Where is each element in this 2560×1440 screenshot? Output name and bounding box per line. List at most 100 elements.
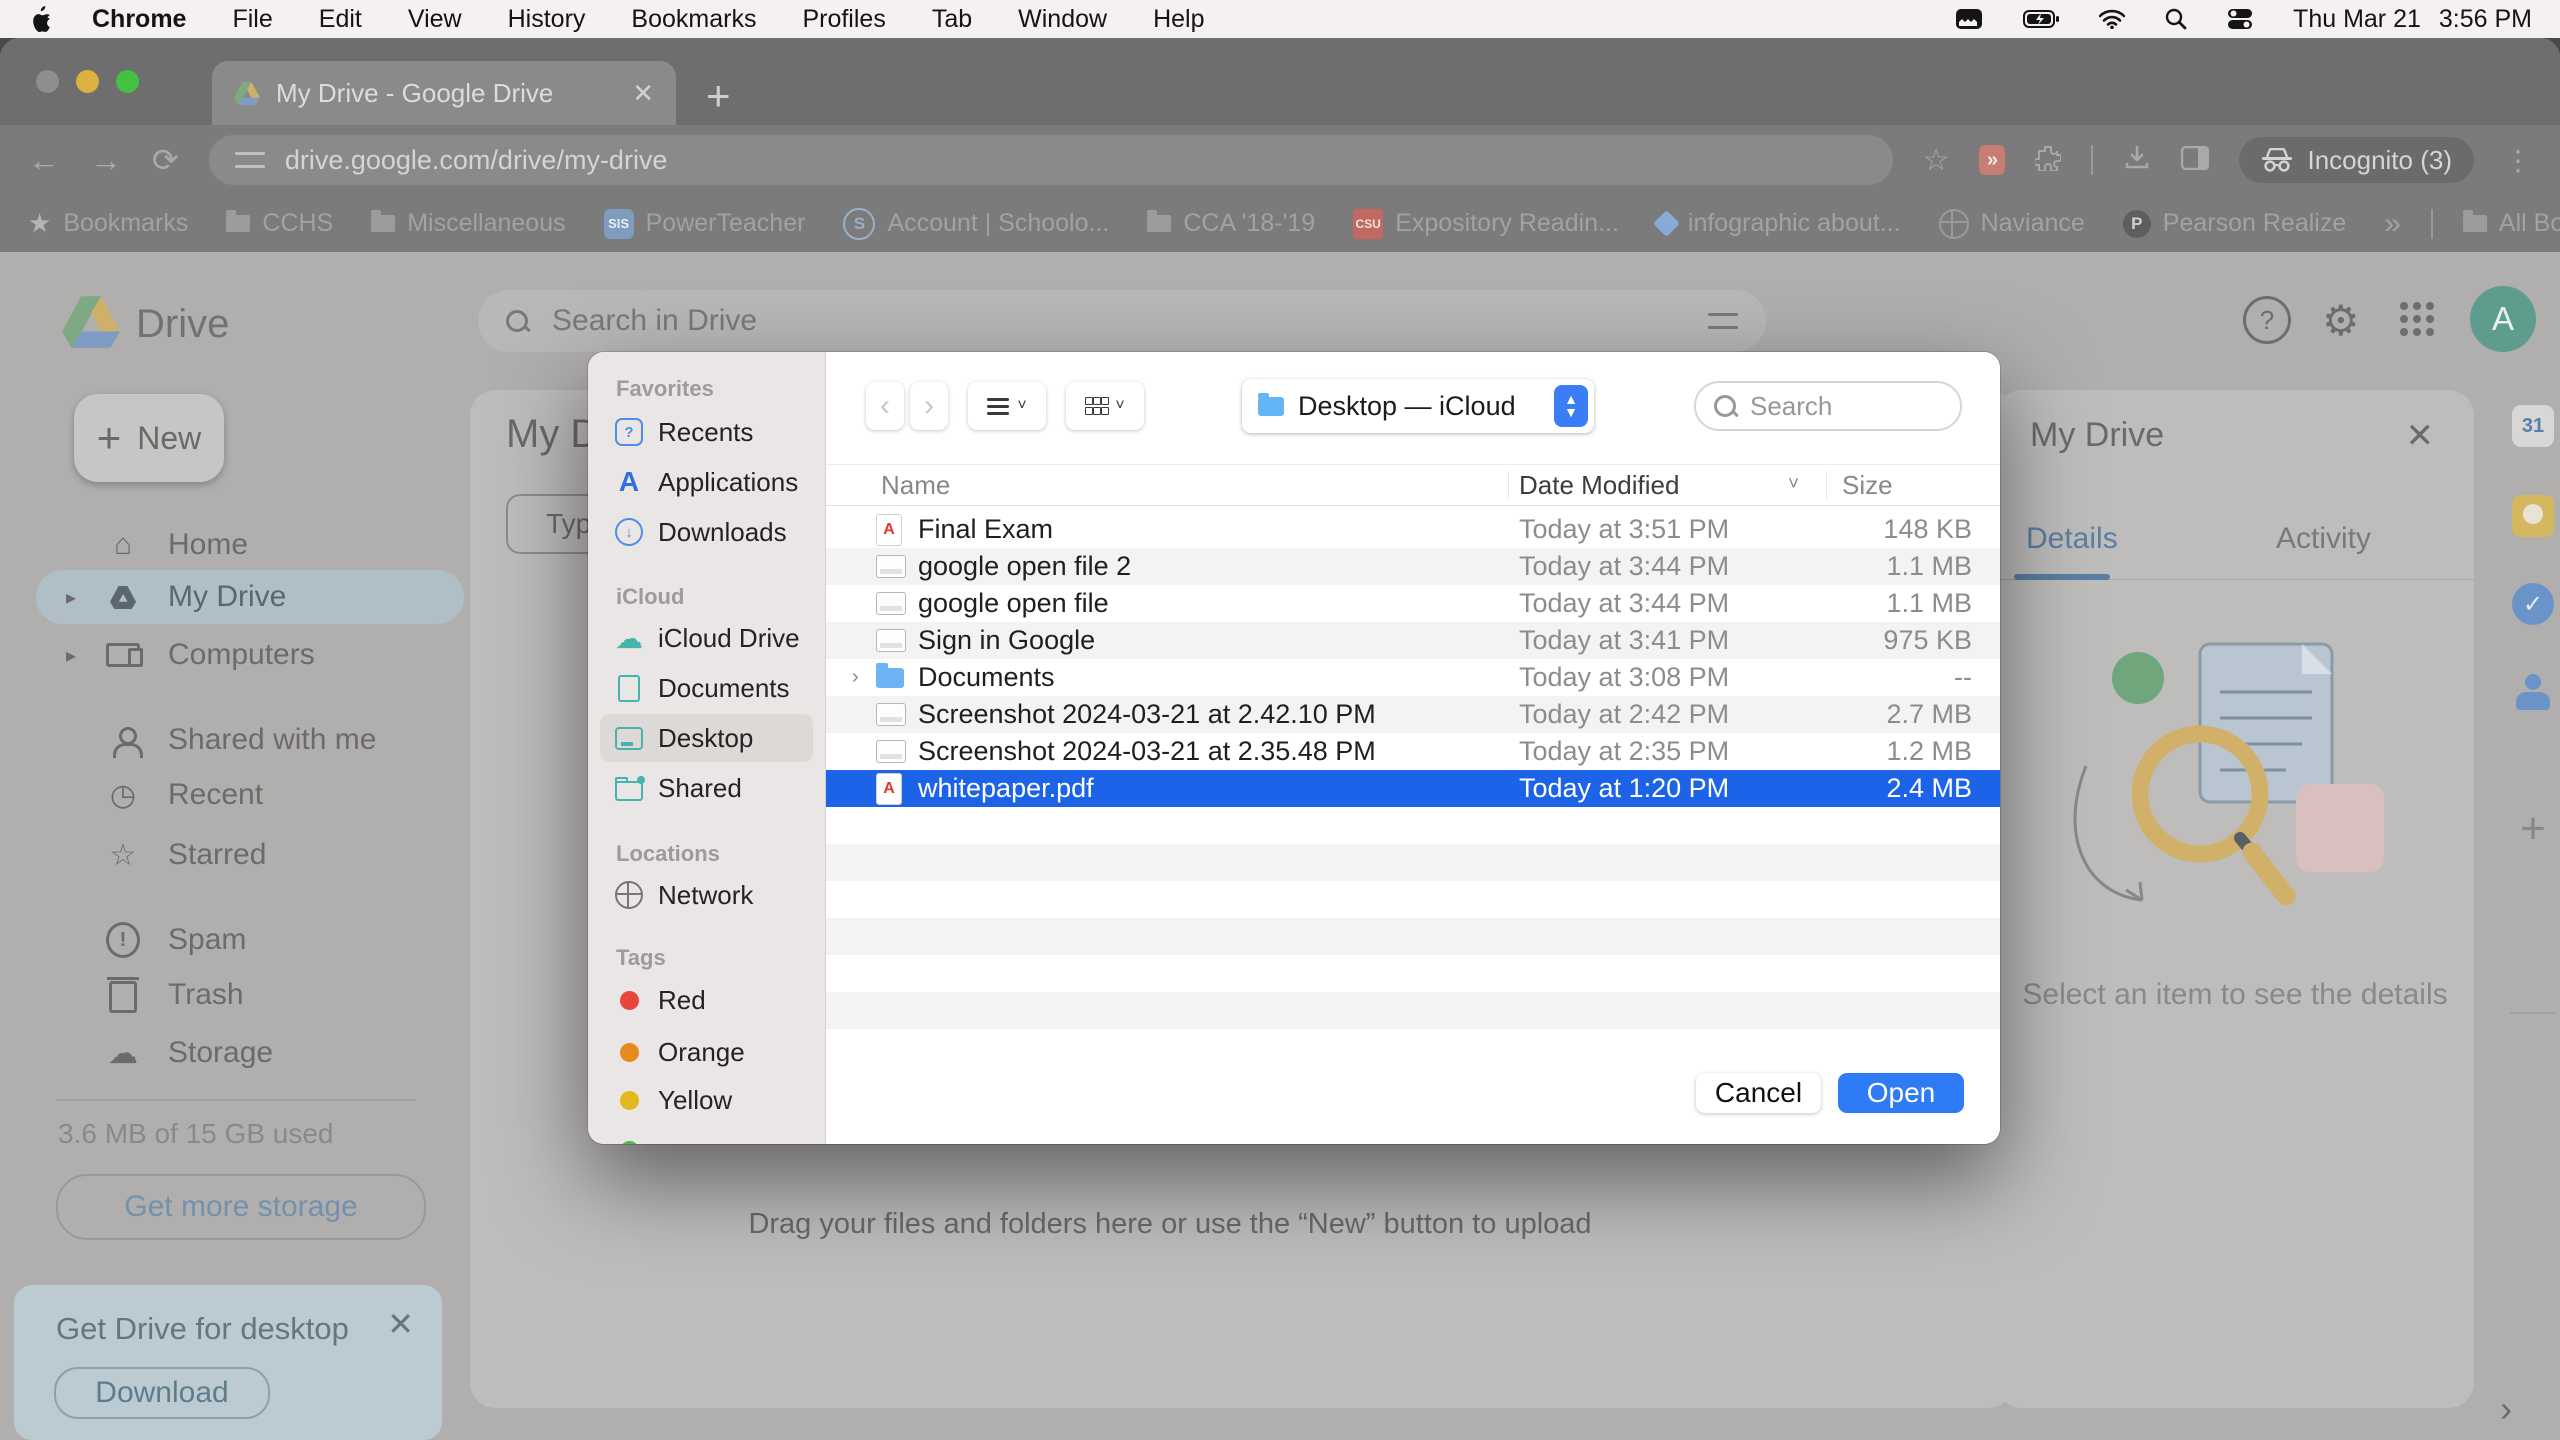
tab-details[interactable]: Details: [2026, 522, 2118, 556]
side-panel-icon[interactable]: [2181, 146, 2209, 175]
sidebar-item-desktop[interactable]: Desktop: [600, 714, 813, 762]
sidebar-item-shared-with-me[interactable]: Shared with me: [36, 713, 464, 767]
battery-icon[interactable]: [2023, 10, 2059, 28]
sidebar-item-trash[interactable]: Trash: [36, 968, 464, 1022]
menu-bar-clock[interactable]: Thu Mar 21 3:56 PM: [2293, 5, 2532, 34]
zoom-window-button[interactable]: [116, 70, 139, 93]
list-view-button[interactable]: ˅: [968, 382, 1046, 430]
search-filters-icon[interactable]: [1708, 310, 1738, 332]
file-row[interactable]: google open fileToday at 3:44 PM1.1 MB: [826, 585, 2000, 622]
dialog-search-input[interactable]: [1748, 390, 1902, 423]
file-row[interactable]: Sign in GoogleToday at 3:41 PM975 KB: [826, 622, 2000, 659]
apple-logo-icon[interactable]: [30, 6, 52, 32]
bookmark-star-icon[interactable]: ☆: [1923, 143, 1950, 178]
sidebar-item-recent[interactable]: ◷Recent: [36, 768, 464, 822]
close-icon[interactable]: ✕: [387, 1305, 414, 1343]
folder-row[interactable]: › DocumentsToday at 3:08 PM--: [826, 659, 2000, 696]
menu-tab[interactable]: Tab: [932, 5, 972, 34]
bookmark-item[interactable]: ★Bookmarks: [28, 208, 188, 239]
open-button[interactable]: Open: [1838, 1073, 1964, 1113]
tag-red[interactable]: Red: [600, 976, 813, 1024]
sidebar-item-starred[interactable]: ☆Starred: [36, 828, 464, 882]
dialog-search-field[interactable]: [1694, 381, 1962, 431]
all-bookmarks[interactable]: All Bookmarks: [2463, 209, 2560, 238]
sidebar-item-documents[interactable]: Documents: [600, 664, 813, 712]
tag-orange[interactable]: Orange: [600, 1028, 813, 1076]
settings-gear-icon[interactable]: ⚙: [2322, 296, 2360, 345]
sidebar-item-storage[interactable]: ☁Storage: [36, 1026, 464, 1080]
disclosure-chevron-icon[interactable]: ›: [852, 666, 859, 689]
bookmark-item[interactable]: CCHS: [226, 209, 333, 238]
bookmark-item[interactable]: SISPowerTeacher: [604, 209, 806, 239]
file-row[interactable]: google open file 2Today at 3:44 PM1.1 MB: [826, 548, 2000, 585]
site-settings-icon[interactable]: [235, 149, 265, 171]
close-icon[interactable]: ✕: [2406, 416, 2435, 456]
location-dropdown[interactable]: Desktop — iCloud ▲▼: [1242, 379, 1594, 433]
menu-history[interactable]: History: [508, 5, 586, 34]
minimize-window-button[interactable]: [76, 70, 99, 93]
sidebar-item-downloads[interactable]: ↓Downloads: [600, 508, 813, 556]
add-panel-icon[interactable]: +: [2512, 808, 2554, 850]
menu-window[interactable]: Window: [1018, 5, 1107, 34]
calendar-icon[interactable]: 31: [2512, 405, 2554, 447]
sidebar-item-spam[interactable]: !Spam: [36, 913, 464, 967]
sidebar-item-my-drive[interactable]: ▸My Drive: [36, 570, 464, 624]
control-center-icon[interactable]: [2227, 8, 2253, 30]
google-apps-icon[interactable]: [2400, 302, 2434, 336]
chevron-right-icon[interactable]: ›: [2500, 1388, 2512, 1430]
file-row[interactable]: A Final ExamToday at 3:51 PM148 KB: [826, 511, 2000, 548]
file-row-selected[interactable]: A whitepaper.pdfToday at 1:20 PM2.4 MB: [826, 770, 2000, 807]
expand-arrow-icon[interactable]: ▸: [66, 643, 76, 668]
spotlight-search-icon[interactable]: [2165, 8, 2187, 30]
account-avatar[interactable]: A: [2470, 286, 2536, 352]
menu-app-name[interactable]: Chrome: [92, 5, 186, 34]
get-more-storage-button[interactable]: Get more storage: [56, 1174, 426, 1240]
bookmark-item[interactable]: Naviance: [1939, 209, 2085, 239]
sidebar-item-computers[interactable]: ▸Computers: [36, 628, 464, 682]
keep-icon[interactable]: [2512, 495, 2554, 537]
reload-icon[interactable]: ⟳: [152, 141, 179, 179]
tag-yellow[interactable]: Yellow: [600, 1076, 813, 1124]
bookmark-item[interactable]: SAccount | Schoolo...: [843, 208, 1109, 240]
bookmarks-overflow-icon[interactable]: »: [2384, 207, 2401, 241]
sort-chevron-icon[interactable]: ˅: [1788, 474, 1799, 496]
tasks-icon[interactable]: ✓: [2512, 583, 2554, 625]
bookmark-item[interactable]: infographic about...: [1657, 209, 1901, 238]
incognito-badge[interactable]: Incognito (3): [2239, 137, 2474, 183]
column-size[interactable]: Size: [1842, 470, 1893, 501]
display-icon[interactable]: [1955, 8, 1983, 30]
extension-red-icon[interactable]: »: [1979, 145, 2005, 175]
wifi-icon[interactable]: [2099, 9, 2125, 29]
expand-arrow-icon[interactable]: ▸: [66, 585, 76, 610]
browser-menu-icon[interactable]: ⋮: [2504, 144, 2532, 177]
close-tab-icon[interactable]: ✕: [632, 78, 654, 109]
back-button[interactable]: ‹: [866, 382, 904, 430]
extensions-puzzle-icon[interactable]: [2035, 145, 2061, 176]
menu-edit[interactable]: Edit: [319, 5, 362, 34]
help-icon[interactable]: ?: [2243, 296, 2291, 344]
contacts-icon[interactable]: [2512, 672, 2554, 714]
file-row[interactable]: Screenshot 2024-03-21 at 2.42.10 PMToday…: [826, 696, 2000, 733]
grid-view-button[interactable]: ˅: [1066, 382, 1144, 430]
sidebar-item-icloud-drive[interactable]: ☁iCloud Drive: [600, 614, 813, 662]
bookmark-item[interactable]: CCA '18-'19: [1147, 209, 1315, 238]
download-button[interactable]: Download: [54, 1367, 270, 1419]
forward-button[interactable]: ›: [910, 382, 948, 430]
sidebar-item-applications[interactable]: AApplications: [600, 458, 813, 506]
close-window-button[interactable]: [36, 70, 59, 93]
menu-file[interactable]: File: [232, 5, 272, 34]
sidebar-item-home[interactable]: ⌂Home: [36, 518, 464, 572]
column-date-modified[interactable]: Date Modified: [1519, 470, 1679, 501]
menu-help[interactable]: Help: [1153, 5, 1204, 34]
menu-view[interactable]: View: [408, 5, 462, 34]
menu-profiles[interactable]: Profiles: [802, 5, 885, 34]
sidebar-item-network[interactable]: Network: [600, 871, 813, 919]
sidebar-item-recents[interactable]: ?Recents: [600, 408, 813, 456]
address-bar[interactable]: drive.google.com/drive/my-drive: [209, 135, 1893, 185]
downloads-icon[interactable]: [2123, 144, 2151, 177]
back-icon[interactable]: ←: [28, 142, 60, 179]
file-row[interactable]: Screenshot 2024-03-21 at 2.35.48 PMToday…: [826, 733, 2000, 770]
new-button[interactable]: + New: [74, 394, 224, 482]
sidebar-item-shared[interactable]: Shared: [600, 764, 813, 812]
forward-icon[interactable]: →: [90, 142, 122, 179]
